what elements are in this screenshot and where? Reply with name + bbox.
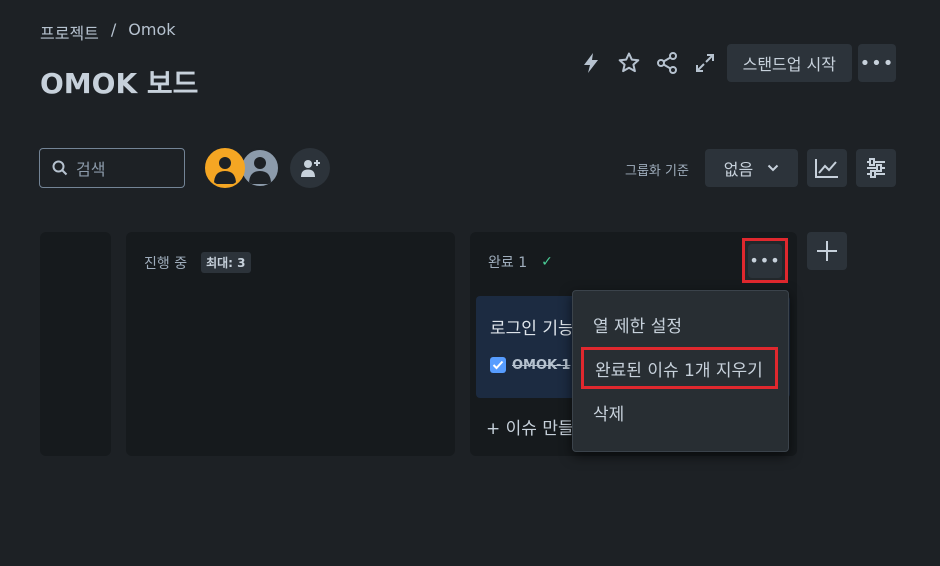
check-icon: ✓ (541, 254, 553, 270)
view-settings-button[interactable] (856, 149, 896, 187)
more-icon: ••• (749, 251, 781, 270)
menu-item-clear-done-issues[interactable]: 완료된 이슈 1개 지우기 (581, 347, 778, 389)
board-column-partial (40, 232, 111, 456)
column-header: 진행 중 최대: 3 (144, 252, 251, 273)
insights-button[interactable] (807, 149, 847, 187)
column-limit-badge: 최대: 3 (201, 252, 251, 273)
column-more-button[interactable]: ••• (742, 238, 788, 283)
group-by-value: 없음 (723, 160, 754, 179)
share-icon[interactable] (651, 47, 683, 79)
column-title: 진행 중 (144, 255, 188, 272)
column-actions-menu: 열 제한 설정 완료된 이슈 1개 지우기 삭제 (572, 290, 789, 452)
more-icon: ••• (859, 52, 895, 74)
menu-item-delete[interactable]: 삭제 (573, 389, 788, 435)
avatar[interactable] (240, 148, 280, 188)
search-icon (52, 160, 68, 176)
add-user-icon (301, 160, 320, 177)
task-checkbox-icon (490, 357, 506, 373)
group-by-label: 그룹화 기준 (625, 164, 689, 179)
start-standup-button[interactable]: 스탠드업 시작 (726, 44, 852, 82)
user-icon (214, 157, 236, 184)
automation-lightning-icon[interactable] (575, 47, 607, 79)
issue-key-text: OMOK-1 (512, 357, 571, 373)
user-icon (249, 157, 271, 184)
breadcrumb: 프로젝트 / Omok (40, 20, 176, 44)
search-input[interactable]: 검색 (39, 148, 185, 188)
expand-icon[interactable] (689, 47, 721, 79)
add-column-button[interactable] (807, 232, 847, 270)
more-actions-button[interactable]: ••• (858, 44, 896, 82)
chevron-down-icon (768, 164, 779, 172)
sliders-icon (867, 158, 885, 178)
search-placeholder: 검색 (76, 160, 106, 179)
board-column-in-progress: 진행 중 최대: 3 (126, 232, 455, 456)
menu-item-set-column-limit[interactable]: 열 제한 설정 (573, 301, 788, 347)
star-icon[interactable] (613, 47, 645, 79)
chart-trend-icon (815, 159, 838, 178)
add-people-button[interactable] (290, 148, 330, 188)
column-title: 완료 1 (488, 255, 528, 271)
group-by-select[interactable]: 없음 (705, 149, 798, 187)
column-header: 완료 1 ✓ (488, 252, 553, 272)
breadcrumb-separator: / (110, 20, 117, 39)
page-title: OMOK 보드 (40, 67, 199, 100)
plus-icon (817, 241, 837, 261)
breadcrumb-project[interactable]: 프로젝트 (40, 20, 99, 44)
breadcrumb-current[interactable]: Omok (128, 20, 175, 44)
avatar[interactable] (205, 148, 245, 188)
header-actions: 스탠드업 시작 ••• (575, 44, 896, 82)
